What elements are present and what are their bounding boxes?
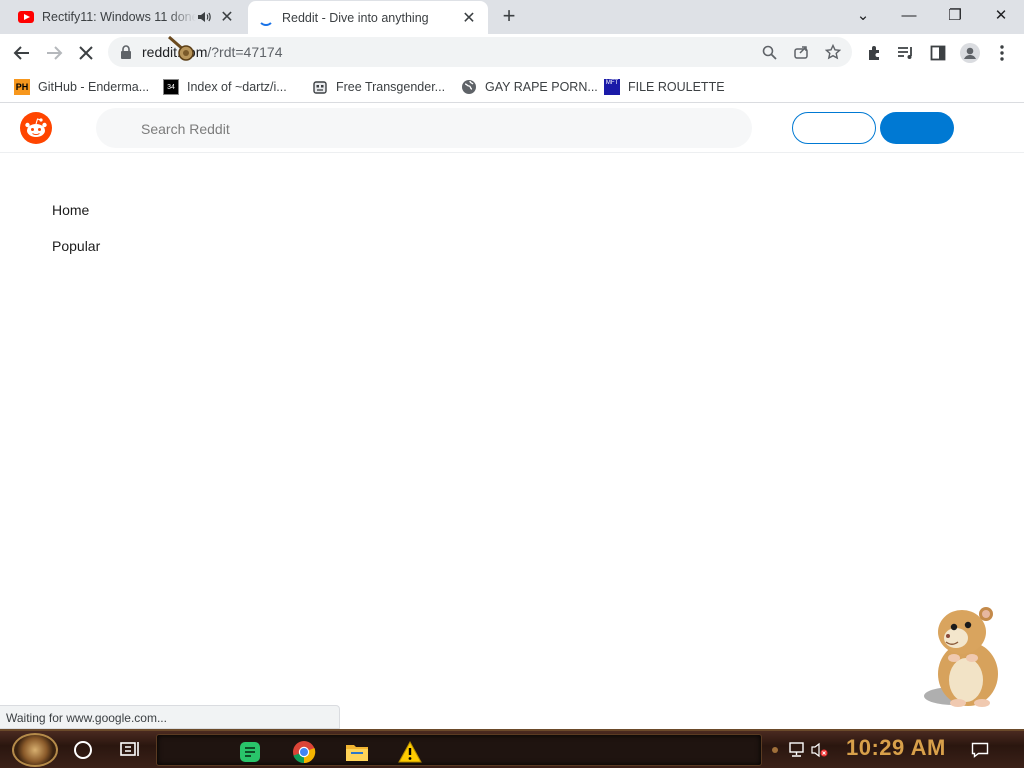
bookmark-gay[interactable]: GAY RAPE PORN... [461,77,598,97]
notification-center-icon[interactable] [971,741,989,759]
file-explorer-icon[interactable] [344,739,370,765]
start-button[interactable] [12,733,58,767]
stop-loading-button[interactable] [71,38,101,68]
bookmark-free[interactable]: Free Transgender... [312,77,445,97]
new-tab-button[interactable]: + [498,5,520,28]
arrow-right-icon [47,46,63,60]
log-in-button[interactable] [792,112,876,144]
url-path: /?rdt=47174 [207,44,283,60]
forward-button[interactable] [39,38,69,68]
globe-icon [462,80,476,94]
bookmark-label: FILE ROULETTE [628,80,725,94]
sign-up-button[interactable] [880,112,954,144]
ph-icon: PH [14,79,30,95]
bookmark-index[interactable]: 34 Index of ~dartz/i... [163,77,287,97]
address-bar[interactable]: reddit.com/?rdt=47174 [108,37,852,67]
share-icon[interactable] [792,43,810,61]
browser-toolbar: reddit.com/?rdt=47174 [0,34,1024,72]
cortana-circle-icon[interactable] [74,741,92,759]
tab-title: Rectify11: Windows 11 done right [42,10,196,24]
tab-search-icon[interactable]: ⌄ [840,0,886,30]
nav-popular[interactable]: Popular [52,238,100,254]
menu-kebab-icon[interactable] [992,43,1012,63]
extensions-icon[interactable] [864,43,884,63]
taskbar-clock[interactable]: 10:29 AM [846,735,946,761]
network-icon[interactable] [788,741,806,759]
mft-icon: MFT [604,79,620,95]
restore-button[interactable]: ❐ [932,0,978,30]
bookmark-github[interactable]: PH GitHub - Enderma... [14,77,149,97]
bookmarks-bar: PH GitHub - Enderma... 34 Index of ~dart… [0,72,1024,103]
reddit-search-input[interactable]: Search Reddit [96,108,752,148]
speaker-icon[interactable] [196,9,212,25]
close-tab-icon[interactable]: ✕ [460,9,478,27]
taskbar-apps-area [156,734,762,766]
tab-title: Reddit - Dive into anything [282,10,429,25]
chevron-up-icon[interactable] [766,741,784,759]
warning-icon[interactable] [397,739,423,765]
bookmark-star-icon[interactable] [824,43,842,61]
tab-rectify11[interactable]: Rectify11: Windows 11 done right ✕ [8,0,246,34]
close-window-button[interactable]: ✕ [978,0,1024,30]
lock-icon[interactable] [120,45,132,59]
task-view-icon[interactable] [120,740,140,758]
taskbar: 10:29 AM [0,729,1024,768]
minimize-button[interactable]: — [886,0,932,30]
notes-app-icon[interactable] [237,739,263,765]
reddit-logo-icon[interactable] [20,112,52,144]
status-bubble: Waiting for www.google.com... [0,705,340,729]
bookmark-label: Free Transgender... [336,80,446,94]
bookmark-label: GAY RAPE PORN... [485,80,598,94]
search-placeholder: Search Reddit [141,121,230,137]
hamster-desktop-pet[interactable] [918,600,1010,712]
bookmark-file-roulette[interactable]: MFT FILE ROULETTE [604,77,725,97]
tab-reddit[interactable]: Reddit - Dive into anything ✕ [248,1,488,34]
close-icon [79,46,93,60]
cursor-icon [168,35,194,61]
zoom-search-icon[interactable] [760,43,778,61]
back-button[interactable] [7,38,37,68]
bookmark-label: Index of ~dartz/i... [187,80,287,94]
volume-muted-icon[interactable] [811,741,829,759]
side-panel-icon[interactable] [928,43,948,63]
nav-home[interactable]: Home [52,202,89,218]
robot-face-icon [313,81,327,94]
media-control-icon[interactable] [896,43,916,63]
url-text[interactable]: reddit.com/?rdt=47174 [142,44,282,60]
loading-spinner-icon [258,10,274,26]
youtube-icon [18,11,34,23]
bookmark-label: GitHub - Enderma... [38,80,150,94]
reddit-header: Search Reddit [0,104,1024,153]
tab-strip: Rectify11: Windows 11 done right ✕ Reddi… [0,0,1024,34]
arrow-left-icon [13,46,29,60]
profile-avatar-icon[interactable] [960,43,980,63]
chrome-icon[interactable] [291,739,317,765]
index-icon: 34 [163,79,179,95]
close-tab-icon[interactable]: ✕ [218,8,236,26]
